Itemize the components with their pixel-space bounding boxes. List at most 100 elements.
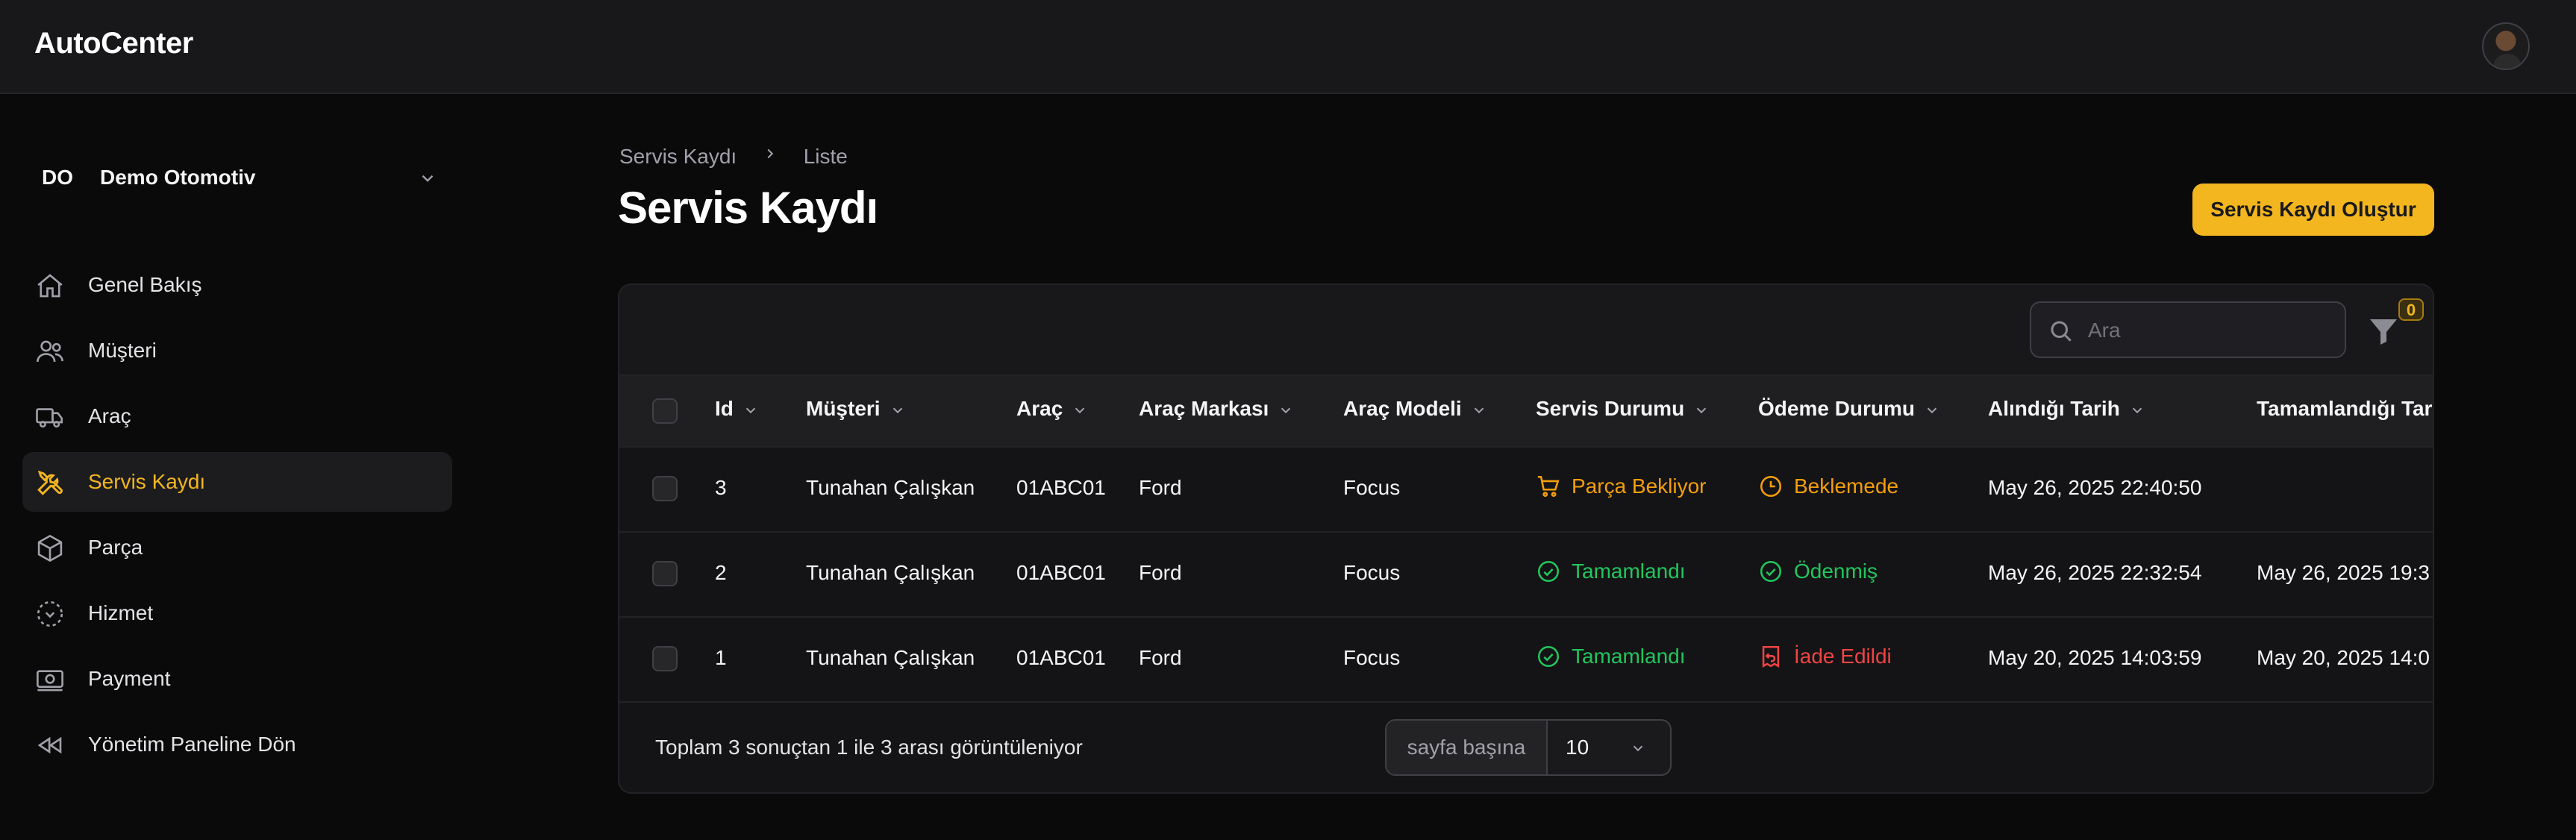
chevron-down-icon xyxy=(1696,407,1707,413)
row-checkbox[interactable] xyxy=(652,646,678,671)
shopping-cart-icon xyxy=(1537,475,1560,497)
cell-received-date: May 26, 2025 22:40:50 xyxy=(1988,476,2202,499)
chevron-down-icon xyxy=(1075,407,1085,413)
table-row[interactable]: 3 Tunahan Çalışkan 01ABC01 Ford Focus Pa… xyxy=(619,448,2433,533)
chevron-down-icon xyxy=(892,407,902,413)
search-input[interactable] xyxy=(2086,315,2328,346)
page-title: Servis Kaydı xyxy=(618,183,878,233)
tenant-switcher[interactable]: DO Demo Otomotiv xyxy=(22,154,452,201)
users-icon xyxy=(37,340,63,363)
cell-brand: Ford xyxy=(1139,476,1182,499)
column-header-arac-markasi[interactable]: Araç Markası xyxy=(1139,397,1294,421)
column-header-id[interactable]: Id xyxy=(715,397,759,421)
column-header-odeme-durumu[interactable]: Ödeme Durumu xyxy=(1758,397,1940,421)
user-avatar[interactable] xyxy=(2482,22,2530,70)
service-status-label: Tamamlandı xyxy=(1572,645,1686,668)
service-status-badge: Parça Bekliyor xyxy=(1536,474,1707,501)
tenant-name: Demo Otomotiv xyxy=(100,166,256,189)
sidebar-item-label: Araç xyxy=(88,404,131,427)
create-service-record-button[interactable]: Servis Kaydı Oluştur xyxy=(2192,184,2434,236)
sidebar-item-parca[interactable]: Parça xyxy=(22,518,452,577)
table-row[interactable]: 2 Tunahan Çalışkan 01ABC01 Ford Focus Ta… xyxy=(619,533,2433,618)
column-header-label: Alındığı Tarih xyxy=(1988,397,2120,420)
breadcrumb-item-liste: Liste xyxy=(803,144,848,168)
service-status-badge: Tamamlandı xyxy=(1536,645,1686,671)
cell-received-date: May 26, 2025 22:32:54 xyxy=(1988,561,2202,584)
wrench-screwdriver-icon xyxy=(37,470,63,495)
column-header-servis-durumu[interactable]: Servis Durumu xyxy=(1536,397,1710,421)
column-header-arac-modeli[interactable]: Araç Modeli xyxy=(1343,397,1487,421)
sidebar-item-label: Parça xyxy=(88,536,143,559)
sidebar-item-servis-kaydi[interactable]: Servis Kaydı xyxy=(22,452,452,512)
column-header-label: Tamamlandığı Tar xyxy=(2257,397,2433,420)
column-header-label: Servis Durumu xyxy=(1536,397,1685,420)
per-page-select[interactable]: sayfa başına 10 xyxy=(1385,719,1672,776)
column-header-musteri[interactable]: Müşteri xyxy=(806,397,906,421)
row-checkbox[interactable] xyxy=(652,476,678,501)
row-checkbox[interactable] xyxy=(652,561,678,586)
payment-status-label: Beklemede xyxy=(1794,474,1899,498)
filter-icon[interactable] xyxy=(2366,313,2401,349)
app-title[interactable]: AutoCenter xyxy=(34,27,193,60)
cell-vehicle: 01ABC01 xyxy=(1016,561,1106,584)
payment-status-badge: Beklemede xyxy=(1758,474,1898,501)
sidebar-item-label: Payment xyxy=(88,667,171,690)
breadcrumb: Servis Kaydı Liste xyxy=(619,143,848,169)
per-page-label: sayfa başına xyxy=(1387,721,1548,774)
banknotes-icon xyxy=(37,670,63,692)
column-header-label: Araç Modeli xyxy=(1343,397,1462,420)
check-circle-icon xyxy=(1537,645,1560,667)
sidebar-item-musteri[interactable]: Müşteri xyxy=(22,321,452,380)
chevron-down-icon xyxy=(1927,407,1937,413)
table-row[interactable]: 1 Tunahan Çalışkan 01ABC01 Ford Focus Ta… xyxy=(619,618,2433,703)
chevron-right-icon xyxy=(767,148,774,159)
payment-status-label: İade Edildi xyxy=(1794,645,1892,668)
search-box[interactable] xyxy=(2030,301,2346,358)
chevron-down-icon xyxy=(1281,407,1291,413)
cell-customer: Tunahan Çalışkan xyxy=(806,561,975,584)
cell-id: 3 xyxy=(715,476,727,499)
sidebar-item-genel-bakis[interactable]: Genel Bakış xyxy=(22,255,452,315)
cell-id: 1 xyxy=(715,646,727,669)
cell-brand: Ford xyxy=(1139,646,1182,669)
truck-icon xyxy=(36,408,63,428)
service-status-label: Tamamlandı xyxy=(1572,560,1686,583)
column-header-alindigi-tarih[interactable]: Alındığı Tarih xyxy=(1988,397,2145,421)
cell-completed-date: May 20, 2025 14:0 xyxy=(2257,646,2430,669)
sidebar-item-label: Yönetim Paneline Dön xyxy=(88,733,296,756)
payment-status-badge: İade Edildi xyxy=(1758,645,1892,671)
sidebar-item-label: Müşteri xyxy=(88,339,157,362)
sidebar-item-hizmet[interactable]: Hizmet xyxy=(22,583,452,643)
cell-vehicle: 01ABC01 xyxy=(1016,476,1106,499)
sidebar-item-label: Genel Bakış xyxy=(88,273,202,296)
filter-count-badge: 0 xyxy=(2398,298,2424,321)
column-header-label: Ödeme Durumu xyxy=(1758,397,1916,420)
cell-received-date: May 20, 2025 14:03:59 xyxy=(1988,646,2202,669)
cell-model: Focus xyxy=(1343,561,1401,584)
check-circle-icon xyxy=(1537,560,1560,582)
cell-customer: Tunahan Çalışkan xyxy=(806,476,975,499)
chevron-down-icon xyxy=(1474,407,1484,413)
payment-status-badge: Ödenmiş xyxy=(1758,560,1878,586)
cube-icon xyxy=(37,534,63,562)
column-header-arac[interactable]: Araç xyxy=(1016,397,1088,421)
chevron-down-icon xyxy=(422,175,434,182)
sidebar-item-payment[interactable]: Payment xyxy=(22,649,452,709)
pagination-summary: Toplam 3 sonuçtan 1 ile 3 arası görüntül… xyxy=(655,736,1083,759)
sidebar-item-arac[interactable]: Araç xyxy=(22,386,452,446)
sidebar-item-yonetim-paneline-don[interactable]: Yönetim Paneline Dön xyxy=(22,715,452,774)
cell-brand: Ford xyxy=(1139,561,1182,584)
cell-model: Focus xyxy=(1343,476,1401,499)
cell-customer: Tunahan Çalışkan xyxy=(806,646,975,669)
column-header-tamamlandigi-tarih[interactable]: Tamamlandığı Tar xyxy=(2257,397,2432,421)
breadcrumb-item-servis-kaydi[interactable]: Servis Kaydı xyxy=(619,145,737,169)
search-icon xyxy=(2051,321,2072,342)
select-all-checkbox[interactable] xyxy=(652,398,678,424)
sidebar-nav: Genel Bakış Müşteri Araç Servis Kaydı Pa… xyxy=(22,255,452,780)
table-card: 0 Id Müşteri Araç Araç Markası Araç Mode… xyxy=(618,283,2434,794)
home-icon xyxy=(37,274,63,298)
column-header-label: Id xyxy=(715,397,734,420)
check-circle-icon xyxy=(1760,560,1782,582)
service-status-label: Parça Bekliyor xyxy=(1572,474,1707,498)
tenant-initials: DO xyxy=(42,166,73,189)
